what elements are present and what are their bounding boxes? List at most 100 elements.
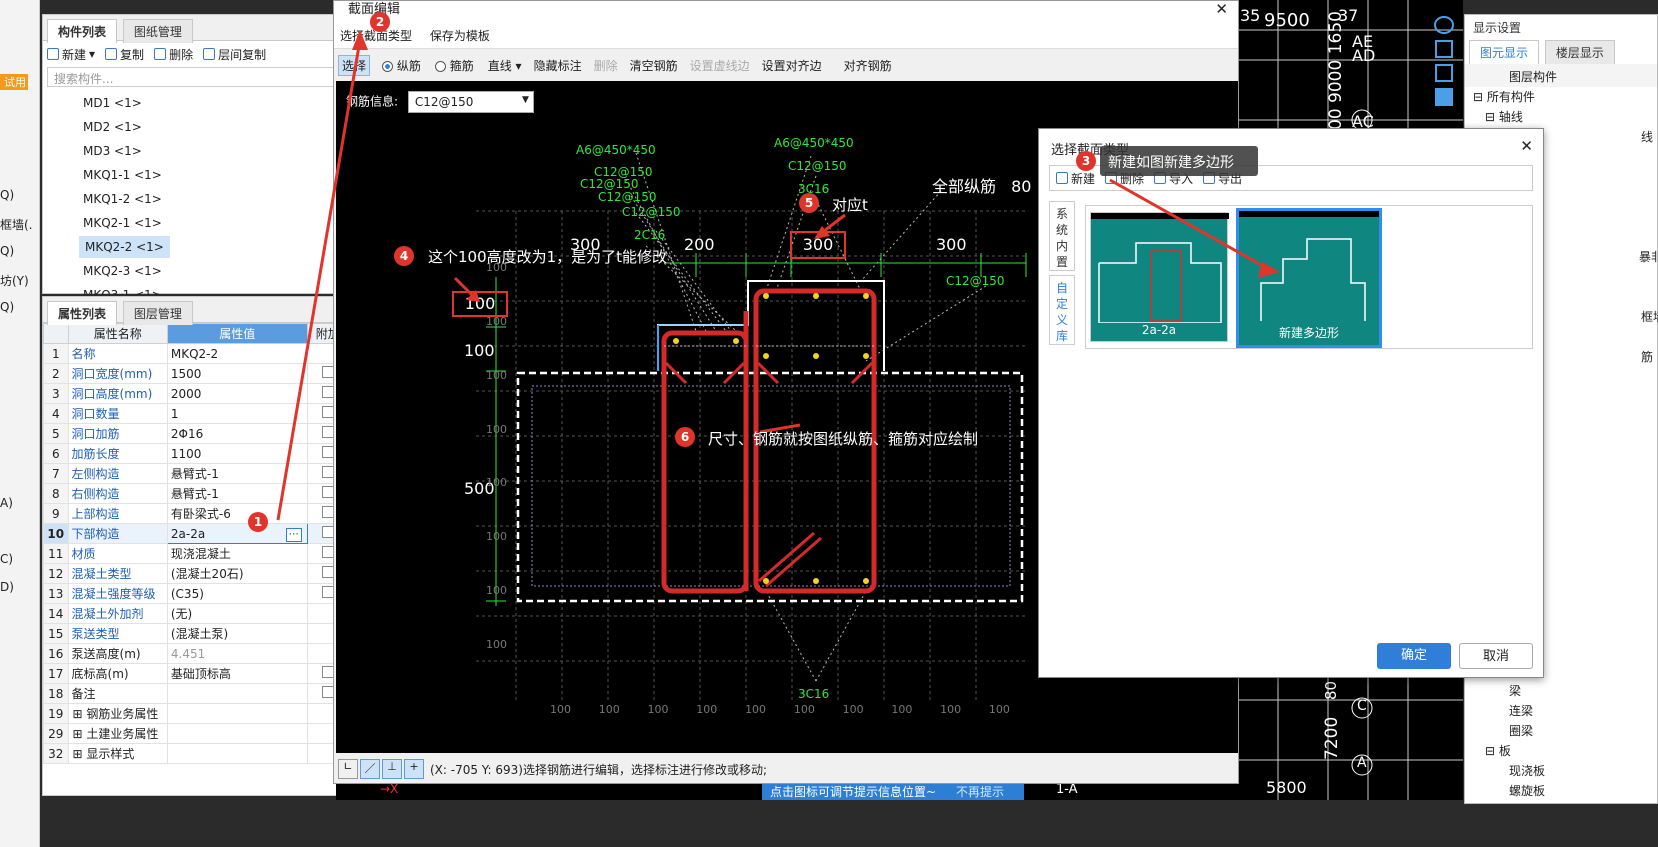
property-value[interactable]: 2Φ16 (166, 423, 308, 444)
property-value[interactable]: 现浇混凝土 (166, 543, 308, 564)
tree-item[interactable]: 梁 (1509, 681, 1521, 701)
checkbox[interactable] (321, 506, 334, 518)
select-button[interactable]: 选择 (338, 54, 371, 76)
view-cube-icon[interactable] (1435, 88, 1453, 106)
rebar-label[interactable]: C12@150 (622, 205, 681, 219)
property-value[interactable]: (混凝土20石) (166, 563, 308, 584)
checkbox[interactable] (321, 586, 334, 598)
tip-dismiss[interactable]: 不再提示 (956, 784, 1004, 800)
table-row[interactable]: 19 ⊞ 钢筋业务属性 (43, 703, 350, 724)
clear-rebar-button[interactable]: 清空钢筋 (630, 57, 678, 74)
new-button[interactable]: 新建 ▾ (47, 47, 95, 62)
rebar-label[interactable]: 2C16 (634, 228, 665, 242)
left-strip-item[interactable]: Q) (0, 244, 14, 258)
property-value[interactable]: MKQ2-2 (166, 343, 308, 364)
property-value[interactable]: 1 (166, 403, 308, 424)
tab-drawing-manage[interactable]: 图纸管理 (122, 19, 193, 43)
tree-item[interactable]: ⊟ 板 (1485, 741, 1511, 761)
table-row[interactable]: 18 备注 (43, 683, 350, 704)
tree-item[interactable]: 圈梁 (1509, 721, 1533, 741)
tree-item[interactable]: 暴非防 (1639, 247, 1658, 267)
property-value[interactable]: 悬臂式-1 (166, 483, 308, 504)
close-icon[interactable]: ✕ (1215, 0, 1228, 18)
import-section-button[interactable]: 导入 (1154, 170, 1193, 186)
tree-item[interactable]: 螺旋板 (1509, 781, 1545, 801)
export-section-button[interactable]: 导出 (1203, 170, 1242, 186)
perp-icon[interactable]: ⊥ (382, 759, 402, 779)
table-row[interactable]: 32 ⊞ 显示样式 (43, 743, 350, 764)
view-3d-icon[interactable] (1435, 40, 1453, 58)
tree-item-all[interactable]: ⊟ 所有构件 (1465, 87, 1657, 107)
dim-top[interactable]: 200 (684, 235, 715, 254)
list-item[interactable]: MD2 <1> (43, 115, 349, 139)
table-row[interactable]: 4 洞口数量 1 (43, 403, 350, 424)
menu-save-template[interactable]: 保存为模板 (430, 29, 490, 43)
close-icon[interactable]: ✕ (1520, 137, 1533, 155)
list-item[interactable]: MKQ3-1 <1> (43, 283, 349, 295)
delete-button[interactable]: 删除 (154, 47, 193, 62)
checkbox[interactable] (321, 486, 334, 498)
left-strip-item[interactable]: 框墙(. (0, 216, 33, 233)
tree-item[interactable]: 框墙 (1641, 307, 1658, 327)
table-row[interactable]: 11 材质 现浇混凝土 (43, 543, 350, 564)
delete-section-button[interactable]: 删除 (1105, 170, 1144, 186)
list-item[interactable]: MKQ1-2 <1> (43, 187, 349, 211)
line-tool-button[interactable]: 直线 ▾ (488, 57, 522, 74)
checkbox[interactable] (321, 366, 334, 378)
thumb-2a-2a[interactable]: 2a-2a (1090, 212, 1229, 342)
new-section-button[interactable]: 新建 (1056, 170, 1095, 186)
tab-component-list[interactable]: 构件列表 (47, 19, 118, 43)
delete-rebar-button[interactable]: 删除 (594, 57, 618, 74)
property-value[interactable]: 1100 (166, 443, 308, 464)
rebar-label[interactable]: C12@150 (788, 159, 847, 173)
coord-icon[interactable]: + (404, 759, 424, 779)
property-value[interactable]: 基础顶标高 (166, 663, 308, 684)
left-strip-item[interactable]: A) (0, 496, 13, 510)
checkbox[interactable] (321, 446, 334, 458)
copy-button[interactable]: 复制 (105, 47, 144, 62)
view-sphere-icon[interactable] (1434, 16, 1454, 34)
rebar-label[interactable]: A6@450*450 (576, 143, 656, 157)
tree-item[interactable]: 现浇板 (1509, 761, 1545, 781)
left-strip-item[interactable]: C) (0, 552, 13, 566)
property-value[interactable] (166, 743, 308, 764)
property-value[interactable]: 4.451 (166, 643, 308, 664)
table-row[interactable]: 3 洞口高度(mm) 2000 (43, 383, 350, 404)
left-strip-item[interactable]: Q) (0, 300, 14, 314)
list-item[interactable]: MKQ1-1 <1> (43, 163, 349, 187)
property-value[interactable]: (无) (166, 603, 308, 624)
tab-property-list[interactable]: 属性列表 (47, 301, 118, 325)
list-item[interactable]: MKQ2-1 <1> (43, 211, 349, 235)
table-row[interactable]: 29 ⊞ 土建业务属性 (43, 723, 350, 744)
table-row[interactable]: 2 洞口宽度(mm) 1500 (43, 363, 350, 384)
checkbox[interactable] (321, 566, 334, 578)
table-row[interactable]: 1 名称 MKQ2-2 (43, 343, 350, 364)
left-strip-item[interactable]: 坊(Y) (0, 272, 29, 289)
checkbox[interactable] (321, 406, 334, 418)
property-value[interactable] (166, 683, 308, 704)
list-item[interactable]: MKQ2-3 <1> (43, 259, 349, 283)
cancel-button[interactable]: 取消 (1459, 643, 1533, 669)
property-value[interactable]: (C35) (166, 583, 308, 604)
view-box-icon[interactable] (1435, 64, 1453, 82)
all-long-label[interactable]: 全部纵筋 80 (932, 173, 1031, 197)
list-item[interactable]: MD3 <1> (43, 139, 349, 163)
table-row[interactable]: 16 泵送高度(m) 4.451 (43, 643, 350, 664)
table-row[interactable]: 10 下部构造 2a-2a ⋯ (43, 523, 350, 544)
align-rebar-button[interactable]: 对齐钢筋 (844, 57, 892, 74)
hide-dim-button[interactable]: 隐藏标注 (534, 57, 582, 74)
property-value[interactable] (166, 723, 308, 744)
property-value[interactable]: 有卧梁式-6 (166, 503, 308, 524)
virtual-edge-button[interactable]: 设置虚线边 (690, 57, 750, 74)
property-value[interactable]: 2000 (166, 383, 308, 404)
tree-item[interactable]: 筋 (1641, 347, 1653, 367)
checkbox[interactable] (321, 686, 334, 698)
left-strip-item[interactable]: D) (0, 580, 14, 594)
table-row[interactable]: 5 洞口加筋 2Φ16 (43, 423, 350, 444)
tree-item-axis[interactable]: ⊟ 轴线 (1465, 107, 1657, 127)
radio-long[interactable]: 纵筋 (382, 57, 421, 74)
table-row[interactable]: 15 泵送类型 (混凝土泵) (43, 623, 350, 644)
left-strip-item[interactable]: Q) (0, 188, 14, 202)
ortho-icon[interactable]: ∟ (338, 759, 358, 779)
tree-item[interactable]: 连梁 (1509, 701, 1533, 721)
